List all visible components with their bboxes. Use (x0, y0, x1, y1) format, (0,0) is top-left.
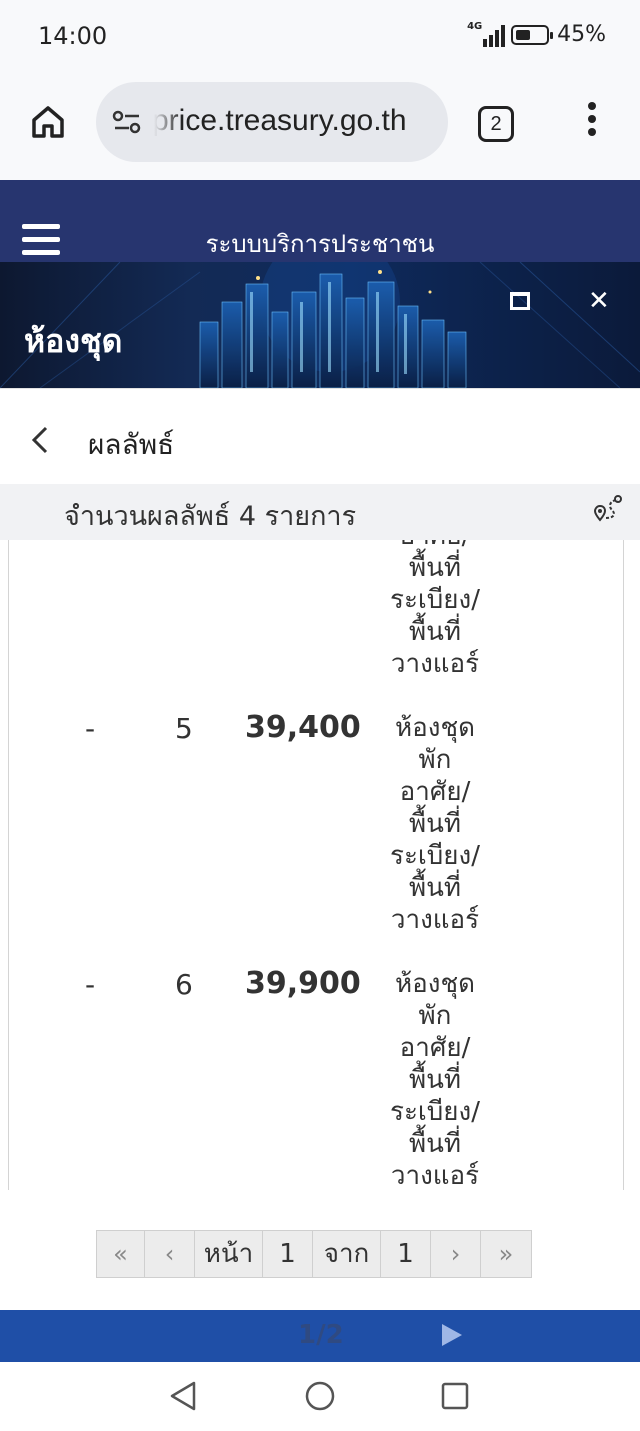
back-icon[interactable] (168, 1380, 198, 1412)
play-icon[interactable] (442, 1324, 462, 1346)
prev-page-button[interactable]: ‹ (145, 1231, 195, 1277)
result-title: ผลลัพธ์ (88, 428, 175, 461)
home-circle-icon[interactable] (304, 1380, 336, 1412)
url-text[interactable]: price.treasury.go.th (152, 104, 407, 138)
back-chevron-icon[interactable] (30, 425, 50, 455)
page-label: หน้า (195, 1231, 263, 1277)
browser-toolbar: price.treasury.go.th 2 (0, 72, 640, 180)
page-indicator: 1/2 (298, 1320, 344, 1350)
home-icon[interactable] (28, 102, 68, 142)
app-header: ระบบบริการประชาชน (0, 180, 640, 262)
map-route-icon[interactable] (592, 492, 624, 524)
row-price: 39,400 (245, 710, 361, 745)
row-number: 5 (175, 712, 193, 745)
app-title: ระบบบริการประชาชน (205, 230, 435, 258)
total-pages: 1 (381, 1231, 431, 1277)
more-menu-icon[interactable] (584, 102, 600, 142)
close-icon[interactable]: ✕ (588, 288, 610, 314)
result-header: ผลลัพธ์ (0, 388, 640, 484)
site-settings-icon[interactable] (112, 108, 142, 136)
row-dash: - (85, 968, 96, 1001)
recents-icon[interactable] (440, 1381, 470, 1411)
first-page-button[interactable]: « (97, 1231, 145, 1277)
system-nav-bar (0, 1362, 640, 1431)
property-type: ห้องชุด พัก อาศัย/ พื้นที่ ระเบียง/ พื้น… (389, 969, 480, 1190)
pagination: « ‹ หน้า 1 จาก 1 › » (96, 1230, 532, 1278)
viewer-bar: 1/2 (0, 1310, 640, 1362)
result-count: จำนวนผลลัพธ์ 4 รายการ (64, 501, 357, 532)
banner-title: ห้องชุด (24, 322, 123, 360)
signal-icon: 4G (467, 20, 506, 47)
network-type: 4G (467, 20, 483, 32)
row-price: 39,900 (245, 966, 361, 1001)
status-bar: 14:00 4G 45% (0, 0, 640, 72)
status-time: 14:00 (38, 22, 108, 50)
current-page-field[interactable]: 1 (263, 1231, 313, 1277)
next-page-button[interactable]: › (431, 1231, 481, 1277)
row-dash: - (85, 712, 96, 745)
url-bar[interactable]: price.treasury.go.th (96, 82, 448, 162)
last-page-button[interactable]: » (481, 1231, 531, 1277)
property-type: อาศัย/ พื้นที่ ระเบียง/ พื้นที่ วางแอร์ (389, 540, 480, 679)
results-list[interactable]: อาศัย/ พื้นที่ ระเบียง/ พื้นที่ วางแอร์ … (8, 540, 624, 1190)
result-count-row: จำนวนผลลัพธ์ 4 รายการ (0, 484, 640, 540)
row-number: 6 (175, 968, 193, 1001)
status-icons: 4G 45% (467, 20, 606, 48)
banner: ห้องชุด ✕ (0, 262, 640, 388)
tab-switcher-button[interactable]: 2 (478, 106, 514, 142)
battery-icon (511, 24, 554, 45)
property-type: ห้องชุด พัก อาศัย/ พื้นที่ ระเบียง/ พื้น… (389, 713, 480, 935)
battery-percent: 45% (557, 22, 606, 47)
maximize-icon[interactable] (510, 292, 530, 310)
of-label: จาก (313, 1231, 381, 1277)
